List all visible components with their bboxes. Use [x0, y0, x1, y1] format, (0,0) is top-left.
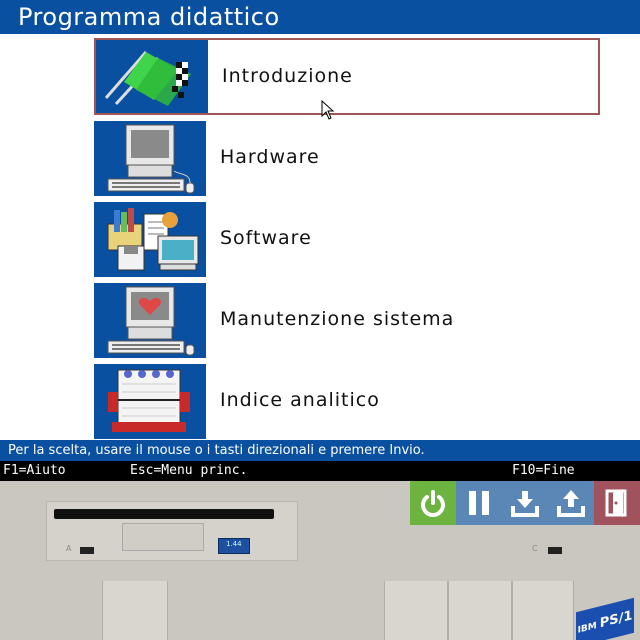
menu-item-label: Hardware: [220, 146, 320, 168]
menu-item-manutenzione[interactable]: Manutenzione sistema: [94, 283, 600, 360]
case-panel: [102, 581, 168, 640]
computer-heart-icon: [94, 283, 206, 358]
pause-icon: [469, 491, 489, 515]
drive-c-led: [548, 547, 562, 554]
upload-icon: [557, 490, 585, 517]
window-title: Programma didattico: [0, 0, 640, 34]
menu-item-software[interactable]: Software: [94, 202, 600, 279]
menu-item-hardware[interactable]: Hardware: [94, 121, 600, 198]
f1-help-key[interactable]: F1=Aiuto: [3, 461, 66, 481]
rolodex-icon: [94, 364, 206, 439]
floppy-eject-button[interactable]: 1.44: [218, 538, 250, 554]
pause-button[interactable]: [456, 481, 502, 525]
exit-button[interactable]: [594, 481, 640, 525]
drive-a-label: A: [66, 544, 72, 553]
menu-item-label: Indice analitico: [220, 389, 380, 411]
status-bar: Per la scelta, usare il mouse o i tasti …: [0, 440, 640, 461]
menu-item-introduzione[interactable]: Introduzione: [94, 38, 600, 120]
f10-end-key[interactable]: F10=Fine: [512, 461, 575, 481]
floppy-slot: [54, 509, 274, 519]
machine-panel: A 1.44 C IBM PS/1: [0, 481, 640, 640]
exit-door-icon: [605, 489, 627, 517]
function-key-bar: F1=Aiuto Esc=Menu princ. F10=Fine: [0, 461, 640, 481]
power-button[interactable]: [410, 481, 456, 525]
esc-menu-key[interactable]: Esc=Menu princ.: [130, 461, 247, 481]
download-icon: [511, 491, 539, 517]
power-icon: [421, 490, 445, 517]
racing-flags-icon: [96, 40, 208, 113]
menu-item-label: Software: [220, 227, 312, 249]
mouse-cursor-icon: [321, 100, 335, 120]
ibm-ps1-logo: IBM PS/1: [576, 597, 634, 640]
software-files-icon: [94, 202, 206, 277]
drive-c-label: C: [532, 544, 538, 553]
menu-item-indice[interactable]: Indice analitico: [94, 364, 600, 441]
menu-item-label: Manutenzione sistema: [220, 308, 455, 330]
upload-button[interactable]: [548, 481, 594, 525]
download-button[interactable]: [502, 481, 548, 525]
case-panel: [512, 581, 574, 640]
floppy-door: [122, 523, 204, 551]
case-panel: [448, 581, 512, 640]
computer-icon: [94, 121, 206, 196]
case-panel: [384, 581, 448, 640]
drive-a-led: [80, 547, 94, 554]
